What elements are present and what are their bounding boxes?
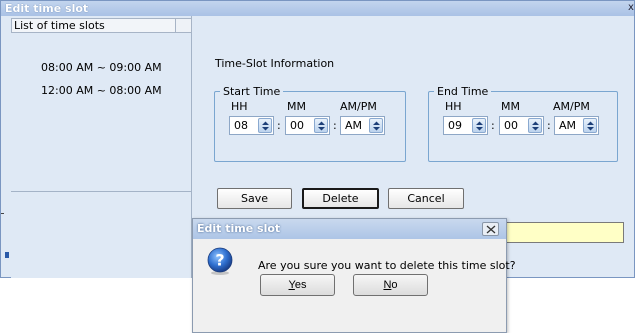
start-ampm-label: AM/PM	[340, 100, 377, 113]
updown-arrows-icon[interactable]	[314, 118, 328, 133]
end-hour-value: 09	[448, 119, 462, 132]
start-ampm-stepper[interactable]: AM	[340, 116, 385, 135]
delete-button[interactable]: Delete	[302, 188, 379, 209]
list-column-header[interactable]: List of time slots	[11, 18, 176, 33]
updown-arrows-icon[interactable]	[258, 118, 272, 133]
dialog-body: ? Are you sure you want to delete this t…	[193, 239, 516, 289]
no-label-rest: o	[391, 279, 398, 291]
window-title-bar[interactable]: Edit time slot x	[1, 1, 634, 16]
updown-arrows-icon[interactable]	[528, 118, 542, 133]
start-hh-label: HH	[231, 100, 248, 113]
start-minute-value: 00	[290, 119, 304, 132]
time-separator: :	[333, 119, 337, 132]
delete-confirm-dialog: Edit time slot ? Are you sure you want t…	[192, 218, 516, 333]
updown-arrows-icon[interactable]	[583, 118, 597, 133]
start-time-group: Start Time HH MM AM/PM 08 : 00: AM	[214, 85, 406, 162]
end-mm-label: MM	[501, 100, 520, 113]
cancel-button[interactable]: Cancel	[388, 188, 464, 209]
list-item[interactable]: 08:00 AM ~ 09:00 AM	[41, 61, 162, 74]
end-minute-value: 00	[504, 119, 518, 132]
panel-edge-notch	[1, 213, 4, 214]
dialog-title: Edit time slot	[197, 222, 281, 235]
panel-edge-marker	[5, 252, 9, 258]
no-button[interactable]: No	[353, 274, 428, 296]
save-button[interactable]: Save	[217, 188, 292, 209]
list-item[interactable]: 12:00 AM ~ 08:00 AM	[41, 84, 162, 97]
start-time-legend: Start Time	[223, 85, 281, 98]
time-slot-list: List of time slots 08:00 AM ~ 09:00 AM 1…	[11, 16, 192, 278]
time-separator: :	[491, 119, 495, 132]
time-separator: :	[547, 119, 551, 132]
list-column-header-filler	[176, 18, 192, 33]
yes-label-rest: es	[294, 279, 307, 291]
end-hh-label: HH	[445, 100, 462, 113]
end-time-legend: End Time	[437, 85, 489, 98]
start-mm-label: MM	[287, 100, 306, 113]
close-icon[interactable]	[482, 222, 499, 236]
dialog-message: Are you sure you want to delete this tim…	[258, 259, 516, 272]
dialog-title-bar[interactable]: Edit time slot	[193, 219, 506, 239]
end-ampm-value: AM	[559, 119, 577, 132]
start-hour-stepper[interactable]: 08	[229, 116, 274, 135]
end-ampm-label: AM/PM	[553, 100, 590, 113]
end-hour-stepper[interactable]: 09	[443, 116, 488, 135]
start-minute-stepper[interactable]: 00	[285, 116, 330, 135]
section-title: Time-Slot Information	[215, 57, 335, 70]
end-time-group: End Time HH MM AM/PM 09 : 00: AM	[428, 85, 618, 162]
question-icon: ?	[205, 246, 235, 279]
svg-text:?: ?	[215, 251, 224, 270]
yes-button[interactable]: Yes	[260, 274, 335, 296]
start-ampm-value: AM	[345, 119, 363, 132]
time-separator: :	[277, 119, 281, 132]
updown-arrows-icon[interactable]	[472, 118, 486, 133]
screen: Edit time slot x List of time slots 08:0…	[0, 0, 635, 333]
window-close-icon[interactable]: x	[628, 2, 634, 14]
window-title: Edit time slot	[5, 2, 89, 15]
end-minute-stepper[interactable]: 00	[499, 116, 544, 135]
end-ampm-stepper[interactable]: AM	[554, 116, 599, 135]
updown-arrows-icon[interactable]	[369, 118, 383, 133]
start-hour-value: 08	[234, 119, 248, 132]
list-divider	[11, 191, 192, 192]
